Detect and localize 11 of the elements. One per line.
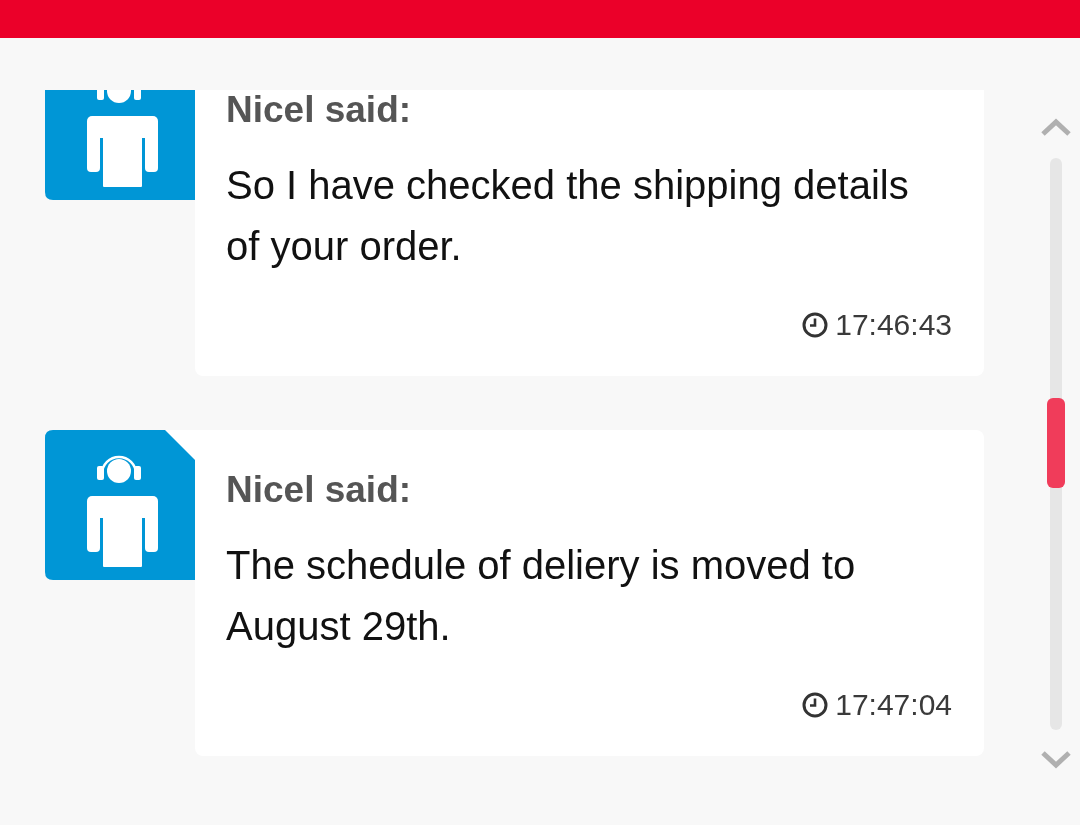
scrollbar-thumb[interactable] bbox=[1047, 398, 1065, 488]
message-time: 17:46:43 bbox=[835, 307, 952, 343]
author-name: Nicel said: bbox=[226, 90, 412, 130]
scroll-up-icon[interactable] bbox=[1040, 118, 1072, 137]
clock-icon bbox=[802, 692, 829, 718]
message-text: So I have checked the shipping details of your order. bbox=[226, 162, 910, 270]
scroll-down-icon[interactable] bbox=[1040, 750, 1072, 769]
author-name: Nicel said: bbox=[226, 470, 412, 510]
message-text: The schedule of deliery is moved to August 29th. bbox=[226, 542, 857, 650]
message-time: 17:47:04 bbox=[835, 687, 952, 723]
clock-icon bbox=[802, 312, 829, 338]
